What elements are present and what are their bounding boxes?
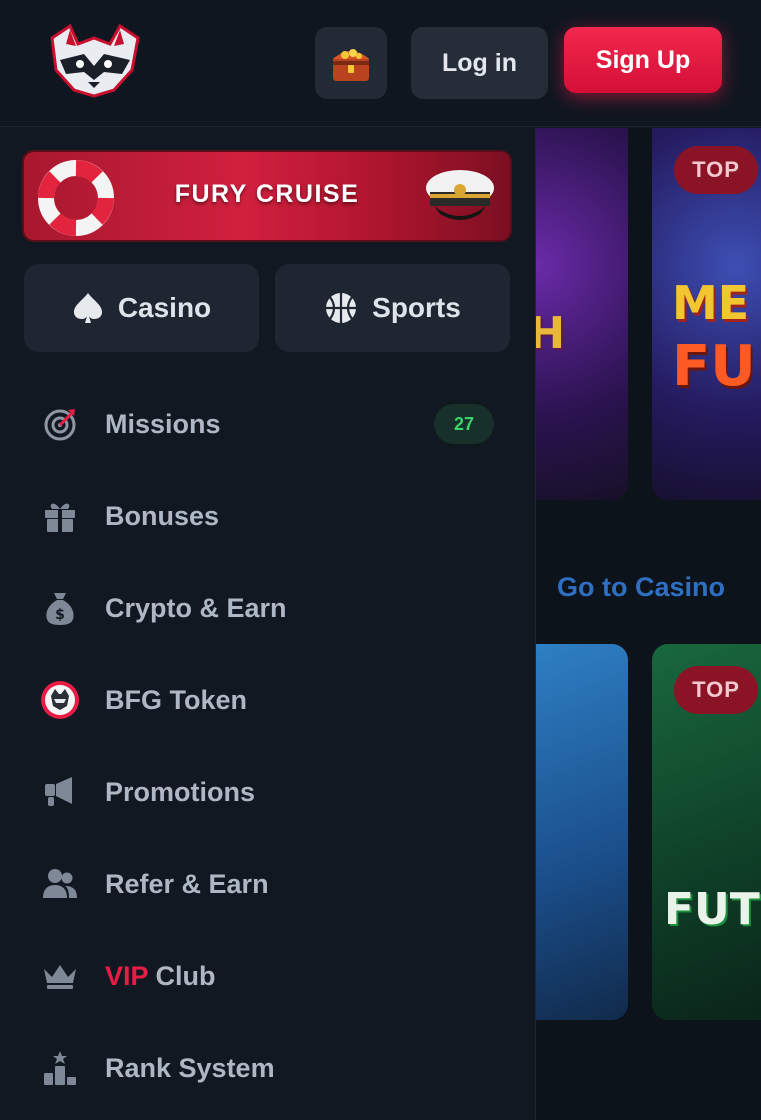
- menu-label: Missions: [105, 408, 221, 439]
- menu-label: Promotions: [105, 776, 256, 807]
- crown-icon: [40, 956, 80, 996]
- menu-item-bonuses[interactable]: Bonuses: [0, 470, 536, 562]
- login-button[interactable]: Log in: [411, 27, 548, 99]
- menu-item-refer-earn[interactable]: Refer & Earn: [0, 838, 536, 930]
- sports-label: Sports: [372, 292, 461, 323]
- game-art-text: E: [536, 814, 537, 884]
- menu-item-promotions[interactable]: Promotions: [0, 746, 536, 838]
- podium-icon: [40, 1048, 80, 1088]
- spade-icon: [73, 293, 102, 323]
- menu-label: Rank System: [105, 1052, 275, 1083]
- club-text: Club: [148, 960, 216, 991]
- captain-hat-icon: [426, 170, 494, 220]
- raccoon-logo-icon[interactable]: [44, 24, 146, 100]
- signup-button[interactable]: Sign Up: [564, 27, 722, 93]
- missions-count-badge: 27: [434, 404, 494, 444]
- bfg-token-icon: [40, 680, 80, 720]
- menu-item-rank-system[interactable]: Rank System: [0, 1022, 536, 1114]
- game-grid-background: CH TOP ME FU Go to Casino E TOP FUT: [536, 128, 761, 1120]
- side-drawer: FURY CRUISE Casino Sports Missions 27 Bo…: [0, 128, 536, 1120]
- basketball-icon: [326, 293, 357, 323]
- menu-item-bfg-token[interactable]: BFG Token: [0, 654, 536, 746]
- menu-label: Crypto & Earn: [105, 592, 287, 623]
- game-tile[interactable]: CH: [536, 128, 628, 500]
- game-art-text: FU: [672, 334, 756, 399]
- game-art-text: FUT: [664, 884, 760, 935]
- gift-icon: [40, 496, 80, 536]
- fury-cruise-banner[interactable]: FURY CRUISE: [22, 150, 512, 242]
- menu-label: Refer & Earn: [105, 868, 269, 899]
- top-badge: TOP: [674, 666, 758, 714]
- game-art-text: CH: [536, 308, 566, 359]
- svg-text:$: $: [55, 607, 65, 623]
- vip-accent-text: VIP: [105, 960, 149, 991]
- menu-item-vip-club[interactable]: VIP Club: [0, 930, 536, 1022]
- users-icon: [40, 864, 80, 904]
- top-badge: TOP: [674, 146, 758, 194]
- top-header: Log in Sign Up: [0, 0, 761, 127]
- money-bag-icon: $: [40, 588, 80, 628]
- menu-label: VIP Club: [105, 961, 216, 992]
- menu-item-crypto-earn[interactable]: $ Crypto & Earn: [0, 562, 536, 654]
- casino-label: Casino: [117, 292, 212, 323]
- megaphone-icon: [40, 772, 80, 812]
- treasure-chest-icon: [333, 49, 369, 81]
- menu-item-missions[interactable]: Missions 27: [0, 378, 536, 470]
- treasure-chest-button[interactable]: [315, 27, 387, 99]
- game-art-text: ME: [672, 276, 750, 330]
- game-tile[interactable]: TOP FUT: [652, 644, 761, 1020]
- sports-button[interactable]: Sports: [275, 264, 510, 352]
- menu-label: BFG Token: [105, 684, 248, 715]
- game-tile[interactable]: E: [536, 644, 628, 1020]
- game-tile[interactable]: TOP ME FU: [652, 128, 761, 500]
- casino-button[interactable]: Casino: [24, 264, 259, 352]
- menu-label: Bonuses: [105, 500, 220, 531]
- go-to-casino-link[interactable]: Go to Casino: [557, 572, 725, 603]
- target-icon: [40, 404, 80, 444]
